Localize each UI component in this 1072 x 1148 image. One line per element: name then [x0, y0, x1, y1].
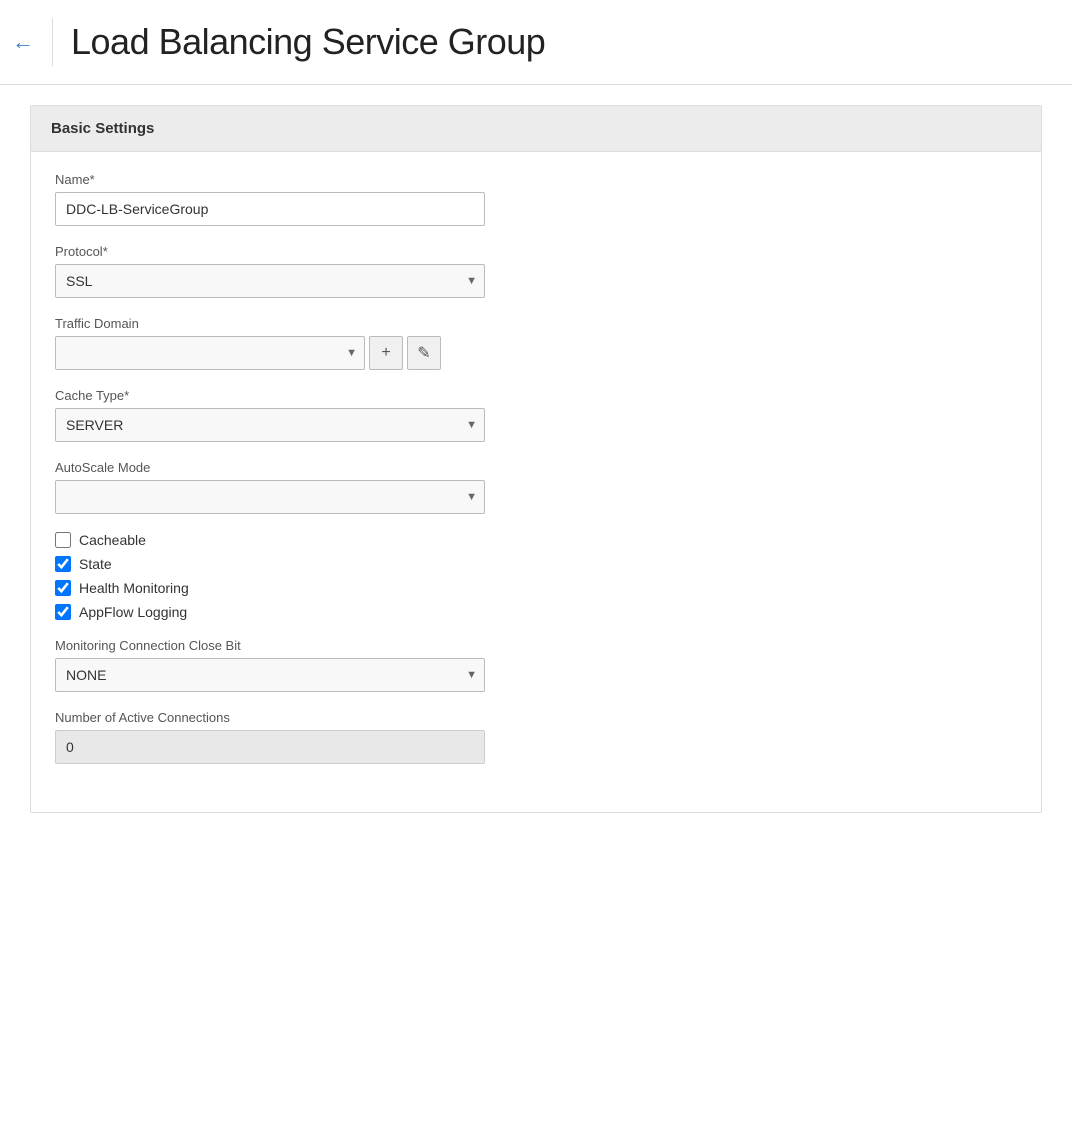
monitoring-connection-group: Monitoring Connection Close Bit NONE YES… [55, 638, 1017, 692]
checkboxes-group: Cacheable State Health Monitoring AppFlo… [55, 532, 1017, 620]
appflow-logging-label[interactable]: AppFlow Logging [79, 604, 187, 620]
autoscale-mode-label: AutoScale Mode [55, 460, 1017, 475]
back-arrow-icon[interactable]: ← [12, 31, 34, 53]
cache-type-group: Cache Type* SERVER TRANSPARENT REVERSE F… [55, 388, 1017, 442]
health-monitoring-checkbox[interactable] [55, 580, 71, 596]
monitoring-connection-label: Monitoring Connection Close Bit [55, 638, 1017, 653]
monitoring-connection-select-wrapper: NONE YES NO ▼ [55, 658, 485, 692]
protocol-group: Protocol* SSL HTTP HTTPS TCP UDP ▼ [55, 244, 1017, 298]
add-traffic-domain-button[interactable]: + [369, 336, 403, 370]
appflow-logging-checkbox[interactable] [55, 604, 71, 620]
name-group: Name* [55, 172, 1017, 226]
active-connections-input [55, 730, 485, 764]
active-connections-group: Number of Active Connections [55, 710, 1017, 764]
traffic-domain-group: Traffic Domain ▼ + ✎ [55, 316, 1017, 370]
state-checkbox[interactable] [55, 556, 71, 572]
cache-type-select-wrapper: SERVER TRANSPARENT REVERSE FORWARD ▼ [55, 408, 485, 442]
monitoring-connection-select[interactable]: NONE YES NO [55, 658, 485, 692]
page-title: Load Balancing Service Group [71, 21, 545, 63]
health-monitoring-label[interactable]: Health Monitoring [79, 580, 189, 596]
active-connections-label: Number of Active Connections [55, 710, 1017, 725]
traffic-domain-select-wrapper: ▼ [55, 336, 365, 370]
traffic-domain-row: ▼ + ✎ [55, 336, 1017, 370]
traffic-domain-select[interactable] [55, 336, 365, 370]
appflow-logging-checkbox-group: AppFlow Logging [55, 604, 1017, 620]
protocol-select[interactable]: SSL HTTP HTTPS TCP UDP [55, 264, 485, 298]
page-header: ← Load Balancing Service Group [0, 0, 1072, 85]
cacheable-checkbox[interactable] [55, 532, 71, 548]
cache-type-label: Cache Type* [55, 388, 1017, 403]
name-label: Name* [55, 172, 1017, 187]
name-input[interactable] [55, 192, 485, 226]
form-container: Basic Settings Name* Protocol* SSL HTTP … [30, 105, 1042, 813]
state-label[interactable]: State [79, 556, 112, 572]
protocol-label: Protocol* [55, 244, 1017, 259]
cache-type-select[interactable]: SERVER TRANSPARENT REVERSE FORWARD [55, 408, 485, 442]
autoscale-mode-select-wrapper: DISABLED DNS POLICY ▼ [55, 480, 485, 514]
health-monitoring-checkbox-group: Health Monitoring [55, 580, 1017, 596]
section-header: Basic Settings [31, 106, 1041, 152]
traffic-domain-label: Traffic Domain [55, 316, 1017, 331]
autoscale-mode-select[interactable]: DISABLED DNS POLICY [55, 480, 485, 514]
state-checkbox-group: State [55, 556, 1017, 572]
autoscale-mode-group: AutoScale Mode DISABLED DNS POLICY ▼ [55, 460, 1017, 514]
cacheable-label[interactable]: Cacheable [79, 532, 146, 548]
cacheable-checkbox-group: Cacheable [55, 532, 1017, 548]
edit-traffic-domain-button[interactable]: ✎ [407, 336, 441, 370]
protocol-select-wrapper: SSL HTTP HTTPS TCP UDP ▼ [55, 264, 485, 298]
section-title: Basic Settings [51, 120, 154, 137]
form-body: Name* Protocol* SSL HTTP HTTPS TCP UDP ▼… [31, 152, 1041, 812]
